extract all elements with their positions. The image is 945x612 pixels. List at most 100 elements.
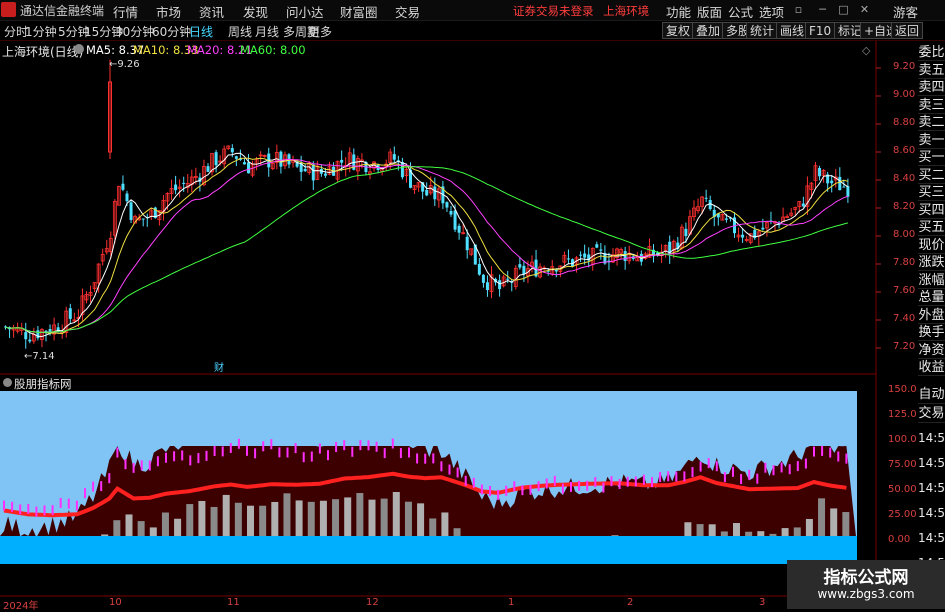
adjust-button[interactable]: 复权 xyxy=(662,22,695,39)
candle-body xyxy=(303,168,307,172)
side-tab-item[interactable]: 涨跌 xyxy=(918,254,945,271)
period-tab[interactable]: 日线 xyxy=(189,23,213,40)
overlay-button[interactable]: 叠加 xyxy=(692,22,725,39)
side-tab-item[interactable]: 净资 xyxy=(918,342,945,359)
indicator-tick-label: 25.00 xyxy=(888,509,917,520)
side-tab-trade[interactable]: 交易 xyxy=(918,404,945,423)
candle-body xyxy=(392,154,396,160)
side-tab-item[interactable]: 买五 xyxy=(918,219,945,236)
menu-market[interactable]: 行情 xyxy=(113,2,138,21)
candle-body xyxy=(481,274,485,283)
ma-settings-icon[interactable] xyxy=(74,44,84,54)
close-icon[interactable]: ✕ xyxy=(859,4,870,15)
side-tab-item[interactable]: 收益 xyxy=(918,359,945,376)
side-tab-item[interactable]: 现价 xyxy=(918,237,945,254)
period-tab[interactable]: 周线 xyxy=(228,23,252,40)
side-tab-item[interactable]: 卖一 xyxy=(918,132,945,149)
date-tick-label: 3 xyxy=(759,597,766,608)
candle-body xyxy=(485,282,489,291)
diamond-icon[interactable]: ◇ xyxy=(862,44,870,57)
candle-body xyxy=(579,254,583,256)
period-tab[interactable]: 30分钟 xyxy=(115,23,154,40)
menu-discover[interactable]: 发现 xyxy=(243,2,268,21)
candle-body xyxy=(518,264,522,268)
minimize-icon[interactable]: ─ xyxy=(817,4,828,15)
side-tab-item[interactable]: 委比 xyxy=(918,44,945,61)
candle-body xyxy=(801,203,805,207)
side-tab-item[interactable]: 买一 xyxy=(918,149,945,166)
price-tick-label: 8.00 xyxy=(893,229,916,240)
indicator-title: 股朋指标网 xyxy=(14,377,72,391)
indicator-tick-label: 75.00 xyxy=(888,459,917,470)
period-tab[interactable]: 更多 xyxy=(308,23,332,40)
draw-line-button[interactable]: 画线 xyxy=(776,22,809,39)
side-tab-trade[interactable]: 自动 xyxy=(918,385,945,404)
price-tick-label: 7.20 xyxy=(893,341,916,352)
candle-body xyxy=(125,193,129,202)
indicator-settings-icon[interactable] xyxy=(3,378,12,387)
side-tab-item[interactable]: 涨幅 xyxy=(918,272,945,289)
date-tick-label: 11 xyxy=(227,597,240,608)
side-tab-item[interactable]: 卖四 xyxy=(918,79,945,96)
watermark-url: www.zbgs3.com xyxy=(817,587,915,601)
menu-wealth[interactable]: 财富圈 xyxy=(340,2,378,21)
candle-body xyxy=(838,176,842,191)
side-tab-item[interactable]: 总量 xyxy=(918,289,945,306)
candle-body xyxy=(311,164,315,181)
candle-body xyxy=(846,186,850,197)
side-tab-item[interactable]: 卖三 xyxy=(918,97,945,114)
indicator-tick-label: 150.0 xyxy=(888,384,917,395)
candle-body xyxy=(230,148,234,153)
user-guest[interactable]: 游客 xyxy=(893,2,918,21)
candle-body xyxy=(741,234,745,238)
candle-body xyxy=(583,253,587,258)
finance-event-marker[interactable]: 财 xyxy=(214,359,224,374)
candle-body xyxy=(449,210,453,215)
app-logo-icon xyxy=(1,2,16,17)
menu-trade[interactable]: 交易 xyxy=(395,2,420,21)
menu-layout[interactable]: 版面 xyxy=(697,2,722,21)
ma60-label: MA60: 8.00 xyxy=(240,43,306,57)
time-item: 14:56 xyxy=(918,456,945,470)
side-tab-item[interactable]: 换手 xyxy=(918,324,945,341)
side-tab-item[interactable]: 买四 xyxy=(918,202,945,219)
side-tab-item[interactable]: 买三 xyxy=(918,184,945,201)
period-tab[interactable]: 月线 xyxy=(255,23,279,40)
maximize-icon[interactable]: □ xyxy=(838,4,849,15)
price-tick-label: 7.60 xyxy=(893,285,916,296)
side-tab-item[interactable]: 卖五 xyxy=(918,62,945,79)
price-tick-label: 8.80 xyxy=(893,117,916,128)
side-tab-item[interactable]: 卖二 xyxy=(918,114,945,131)
watermark-title: 指标公式网 xyxy=(823,568,909,588)
candle-body xyxy=(457,225,461,233)
candle-body xyxy=(623,251,627,261)
f10-button[interactable]: F10 xyxy=(805,22,836,39)
candle-body xyxy=(340,159,344,163)
back-button[interactable]: 返回 xyxy=(891,22,924,39)
candle-body xyxy=(599,249,603,251)
menu-formula[interactable]: 公式 xyxy=(728,2,753,21)
candle-body xyxy=(684,228,688,237)
stats-button[interactable]: 统计 xyxy=(746,22,779,39)
menu-function[interactable]: 功能 xyxy=(666,2,691,21)
side-tab-item[interactable]: 外盘 xyxy=(918,307,945,324)
candle-body xyxy=(68,308,72,319)
candle-body xyxy=(453,210,457,230)
login-status[interactable]: 证券交易未登录 上海环境 xyxy=(513,3,649,19)
candle-body xyxy=(182,182,186,184)
candle-body xyxy=(506,278,510,280)
candle-body xyxy=(129,202,133,221)
menu-exchange[interactable]: 市场 xyxy=(156,2,181,21)
menu-news[interactable]: 资讯 xyxy=(199,2,224,21)
skin-icon[interactable]: ▫ xyxy=(793,4,804,15)
candle-body xyxy=(761,227,765,230)
period-tab[interactable]: 1分钟 xyxy=(25,23,57,40)
kline-chart[interactable] xyxy=(0,41,918,609)
menu-options[interactable]: 选项 xyxy=(759,2,784,21)
side-tab-item[interactable]: 买二 xyxy=(918,167,945,184)
period-tab[interactable]: 60分钟 xyxy=(152,23,191,40)
candle-body xyxy=(400,162,404,178)
indicator-tick-label: 100.0 xyxy=(888,434,917,445)
menu-xiaoda[interactable]: 问小达 xyxy=(286,2,324,21)
candle-body xyxy=(206,166,210,172)
